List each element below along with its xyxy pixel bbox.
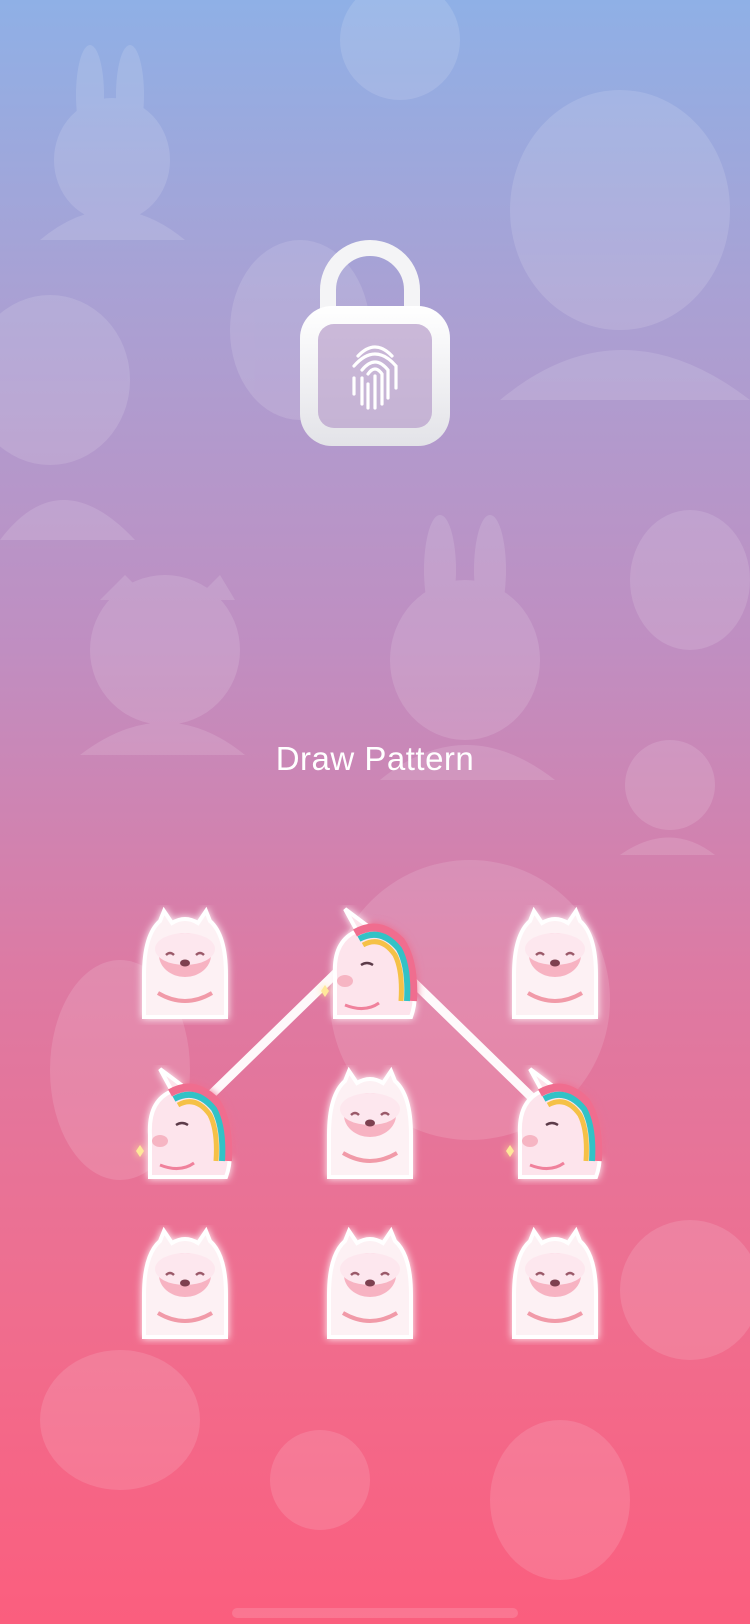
pattern-node-8[interactable] bbox=[315, 1225, 425, 1345]
pattern-node-9[interactable] bbox=[500, 1225, 610, 1345]
pattern-node-3[interactable] bbox=[500, 905, 610, 1025]
unicorn-icon bbox=[315, 905, 425, 1025]
lock-screen: Draw Pattern bbox=[0, 0, 750, 1624]
unicorn-icon bbox=[500, 1065, 610, 1185]
pattern-node-7[interactable] bbox=[130, 1225, 240, 1345]
alpaca-icon bbox=[130, 905, 240, 1025]
alpaca-icon bbox=[130, 1225, 240, 1345]
alpaca-icon bbox=[315, 1225, 425, 1345]
pattern-node-5[interactable] bbox=[315, 1065, 425, 1185]
pattern-node-2[interactable] bbox=[315, 905, 425, 1025]
pattern-node-1[interactable] bbox=[130, 905, 240, 1025]
alpaca-icon bbox=[500, 1225, 610, 1345]
home-indicator bbox=[232, 1608, 518, 1618]
alpaca-icon bbox=[500, 905, 610, 1025]
pattern-node-6[interactable] bbox=[500, 1065, 610, 1185]
pattern-node-4[interactable] bbox=[130, 1065, 240, 1185]
alpaca-icon bbox=[315, 1065, 425, 1185]
pattern-path bbox=[180, 935, 560, 1125]
unicorn-icon bbox=[130, 1065, 240, 1185]
